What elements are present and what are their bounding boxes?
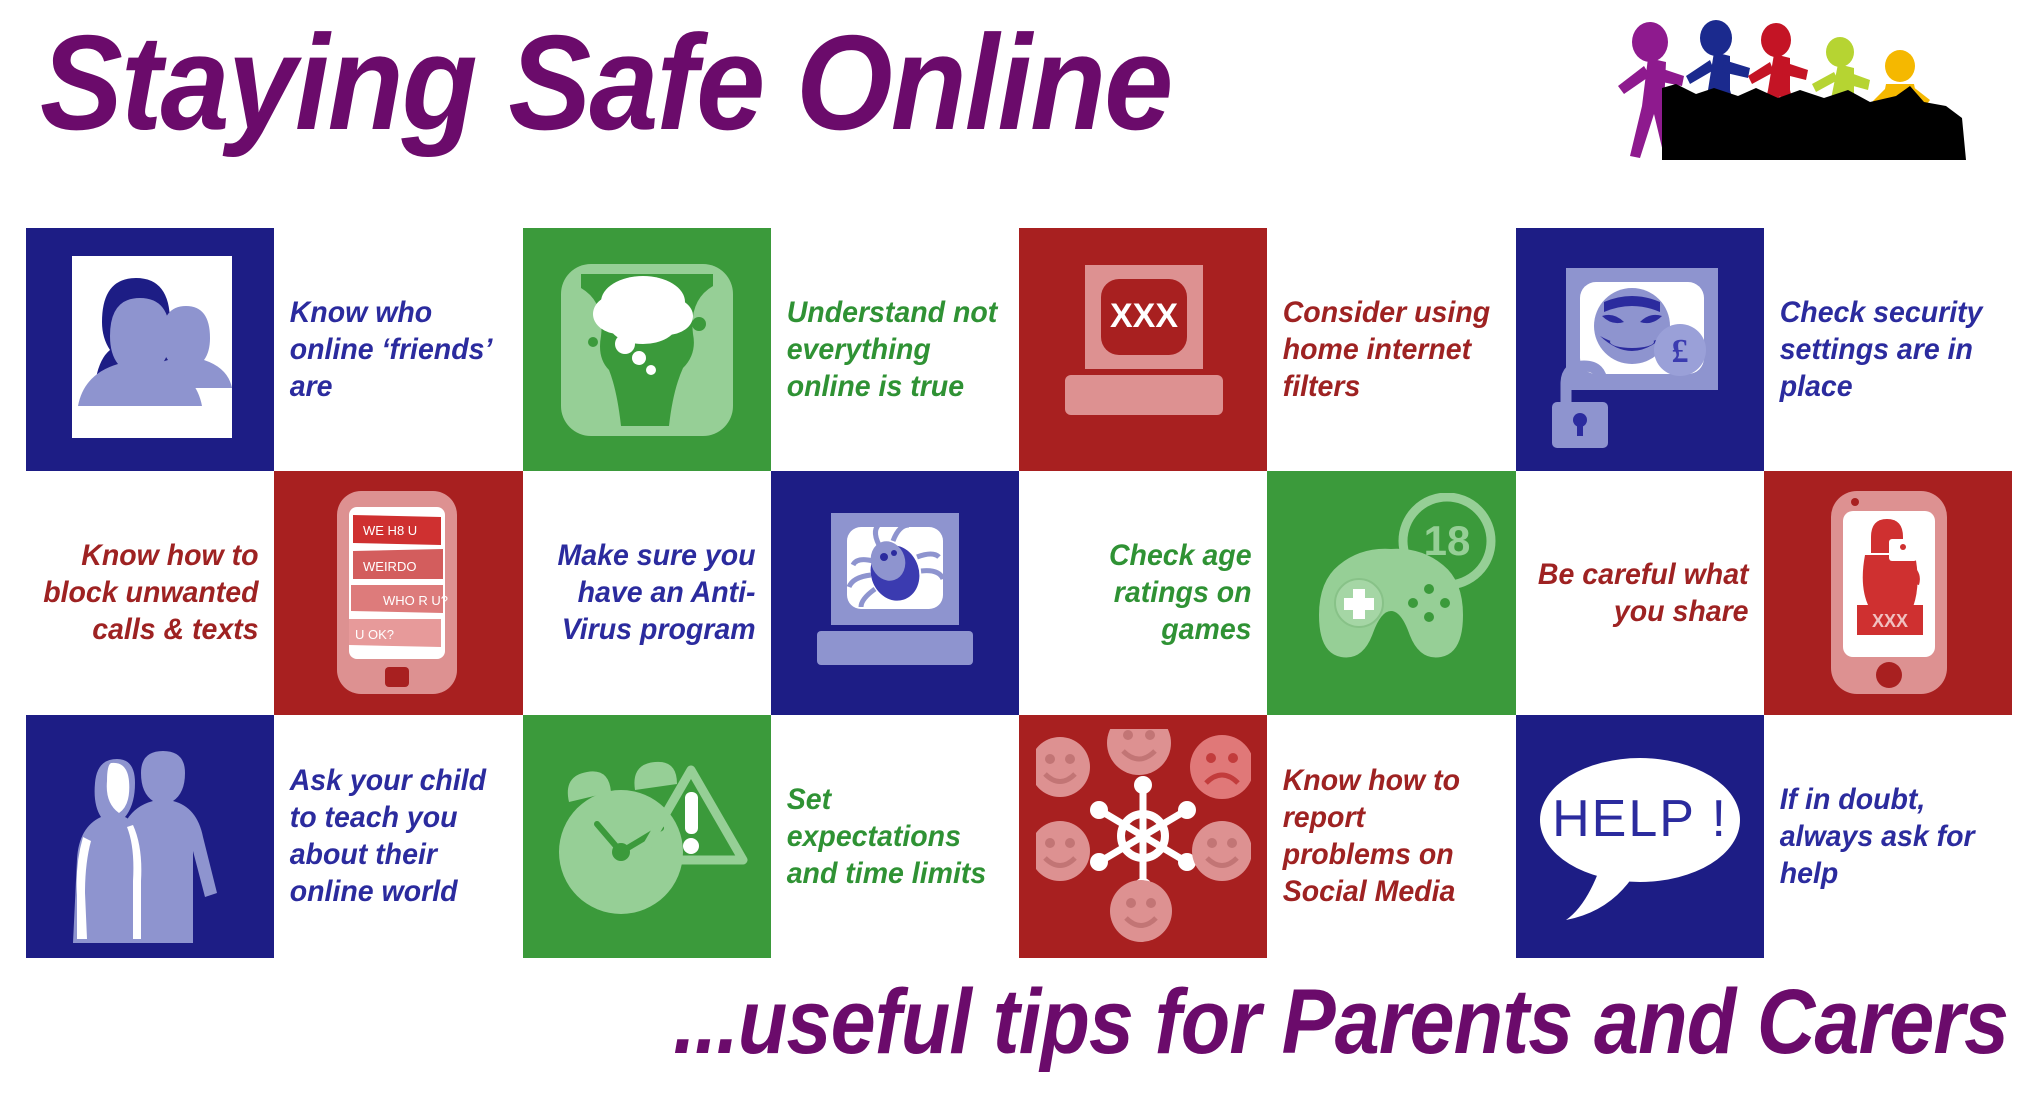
tip-8-image: XXX <box>1763 471 2012 715</box>
monitor-xxx-label: XXX <box>1110 297 1178 335</box>
tip-8-cell: Be careful what you share <box>1516 471 1764 714</box>
tip-2-cell: Understand not everything online is true <box>771 228 1019 471</box>
help-bubble-label: HELP ! <box>1552 790 1728 848</box>
tip-4-cell: Check security settings are in place <box>1764 228 2012 471</box>
parent-and-child-silhouette-icon <box>73 750 218 943</box>
tip-3-cell: Consider using home internet filters <box>1267 228 1515 471</box>
tip-10-text: Set expectations and time limits <box>786 782 987 890</box>
header-banner: Staying Safe Online <box>0 0 2032 225</box>
tip-6-cell: Make sure you have an Anti-Virus program <box>523 471 771 714</box>
help-speech-bubble-icon: HELP ! <box>1539 758 1740 921</box>
tip-3-text: Consider using home internet filters <box>1282 296 1491 404</box>
tip-9-image <box>26 714 275 958</box>
tip-1-text: Know who online ‘friends’ are <box>289 296 492 404</box>
tip-2-image <box>522 228 771 472</box>
phone-selfie-xxx-icon: XXX <box>1830 491 1947 695</box>
colourful-running-figures-logo <box>1610 10 2010 165</box>
phone-text-3: WHO R U? <box>383 593 448 608</box>
tip-8-text: Be careful what you share <box>1537 557 1749 628</box>
tip-11-text: Know how to report problems on Social Me… <box>1282 764 1461 909</box>
tip-10-image <box>522 714 771 958</box>
phone-text-2: WEIRDO <box>363 559 416 574</box>
tip-12-image: HELP ! <box>1515 714 1764 958</box>
tip-7-text: Check age ratings on games <box>1108 539 1252 647</box>
tip-4-text: Check security settings are in place <box>1779 296 1983 404</box>
tip-10-cell: Set expectations and time limits <box>771 715 1019 958</box>
tip-9-cell: Ask your child to teach you about their … <box>274 715 522 958</box>
tip-2-text: Understand not everything online is true <box>786 296 998 404</box>
monitor-xxx-icon: XXX <box>1065 265 1224 416</box>
tip-5-cell: Know how to block unwanted calls & texts <box>26 471 274 714</box>
social-network-faces-icon <box>1035 728 1251 942</box>
tip-3-image: XXX <box>1019 228 1268 472</box>
footer-tagline-area: ...useful tips for Parents and Carers <box>0 958 2032 1098</box>
alarm-clock-warning-icon <box>559 762 748 915</box>
tip-12-cell: If in doubt, always ask for help <box>1764 715 2012 958</box>
tip-4-image: £ <box>1515 228 1764 472</box>
tip-1-cell: Know who online ‘friends’ are <box>274 228 522 471</box>
tip-5-image: WE H8 U WEIRDO WHO R U? U OK? <box>274 471 523 715</box>
tip-7-image: 18 <box>1267 471 1516 715</box>
tip-1-image <box>26 228 275 472</box>
monitor-virus-bug-icon <box>816 512 973 665</box>
tip-6-image <box>770 471 1019 715</box>
phone-text-1: WE H8 U <box>363 523 417 538</box>
page-title: Staying Safe Online <box>40 7 1173 158</box>
tip-9-text: Ask your child to teach you about their … <box>289 764 487 909</box>
tagline: ...useful tips for Parents and Carers <box>672 971 2009 1073</box>
sad-face-icon <box>1189 734 1251 799</box>
two-faces-thought-bubble-icon <box>560 263 733 436</box>
phone-xxx-label: XXX <box>1872 611 1908 631</box>
tip-11-cell: Know how to report problems on Social Me… <box>1267 715 1515 958</box>
pound-symbol-label: £ <box>1671 333 1688 370</box>
tip-6-text: Make sure you have an Anti-Virus program <box>557 539 756 647</box>
phone-abusive-texts-icon: WE H8 U WEIRDO WHO R U? U OK? <box>337 491 458 695</box>
tip-5-text: Know how to block unwanted calls & texts <box>43 539 259 647</box>
monitor-evil-face-padlock-icon: £ <box>1551 267 1718 448</box>
tip-11-image <box>1019 714 1268 958</box>
phone-text-4: U OK? <box>355 627 394 642</box>
two-people-silhouette-icon <box>72 256 233 439</box>
tips-grid: Know who online ‘friends’ are Understand… <box>26 228 2012 958</box>
game-controller-18-rating-icon: 18 <box>1319 492 1496 658</box>
tip-7-cell: Check age ratings on games <box>1019 471 1267 714</box>
tip-12-text: If in doubt, always ask for help <box>1779 782 1975 890</box>
